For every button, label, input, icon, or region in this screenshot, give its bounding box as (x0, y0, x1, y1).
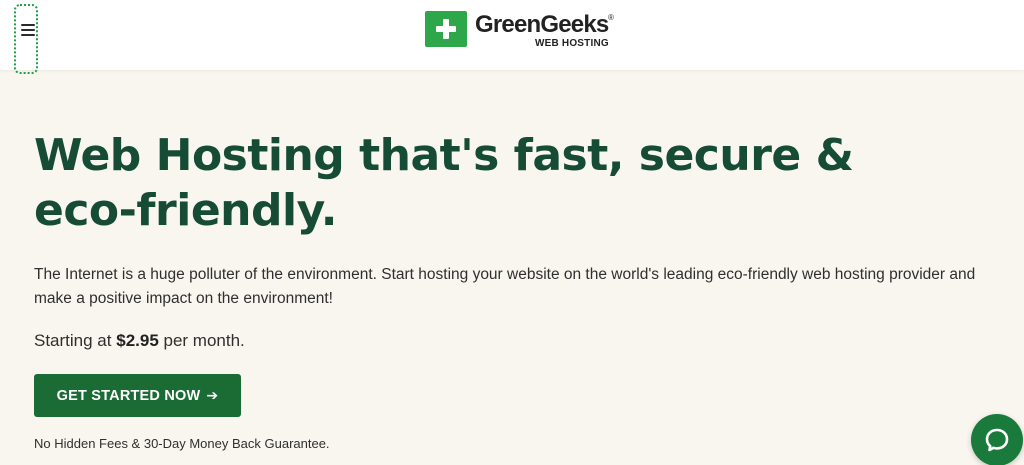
site-header: GreenGeeks ® WEB HOSTING (0, 0, 1024, 74)
logo-text: GreenGeeks (475, 11, 609, 38)
chat-button[interactable] (971, 414, 1023, 465)
greengeeks-logo[interactable]: GreenGeeks ® WEB HOSTING (425, 11, 615, 51)
hamburger-menu-icon[interactable] (21, 24, 35, 36)
price-value: $2.95 (116, 331, 159, 350)
plus-icon (425, 11, 467, 47)
hero-headline: Web Hosting that's fast, secure & eco-fr… (34, 130, 854, 236)
chat-bubble-icon (985, 428, 1009, 452)
logo-subtitle: WEB HOSTING (535, 38, 609, 49)
hero-description: The Internet is a huge polluter of the e… (34, 266, 976, 307)
pricing-prefix: Starting at (34, 331, 112, 350)
get-started-label: GET STARTED NOW (56, 387, 201, 404)
get-started-button[interactable]: GET STARTED NOW ➔ (34, 374, 241, 417)
pricing-suffix: per month. (163, 331, 245, 350)
menu-button[interactable] (14, 4, 38, 74)
arrow-right-icon: ➔ (206, 387, 219, 403)
registered-mark: ® (608, 13, 614, 22)
pricing-line: Starting at $2.95 per month. (34, 330, 245, 352)
guarantee-text: No Hidden Fees & 30-Day Money Back Guara… (34, 436, 330, 451)
